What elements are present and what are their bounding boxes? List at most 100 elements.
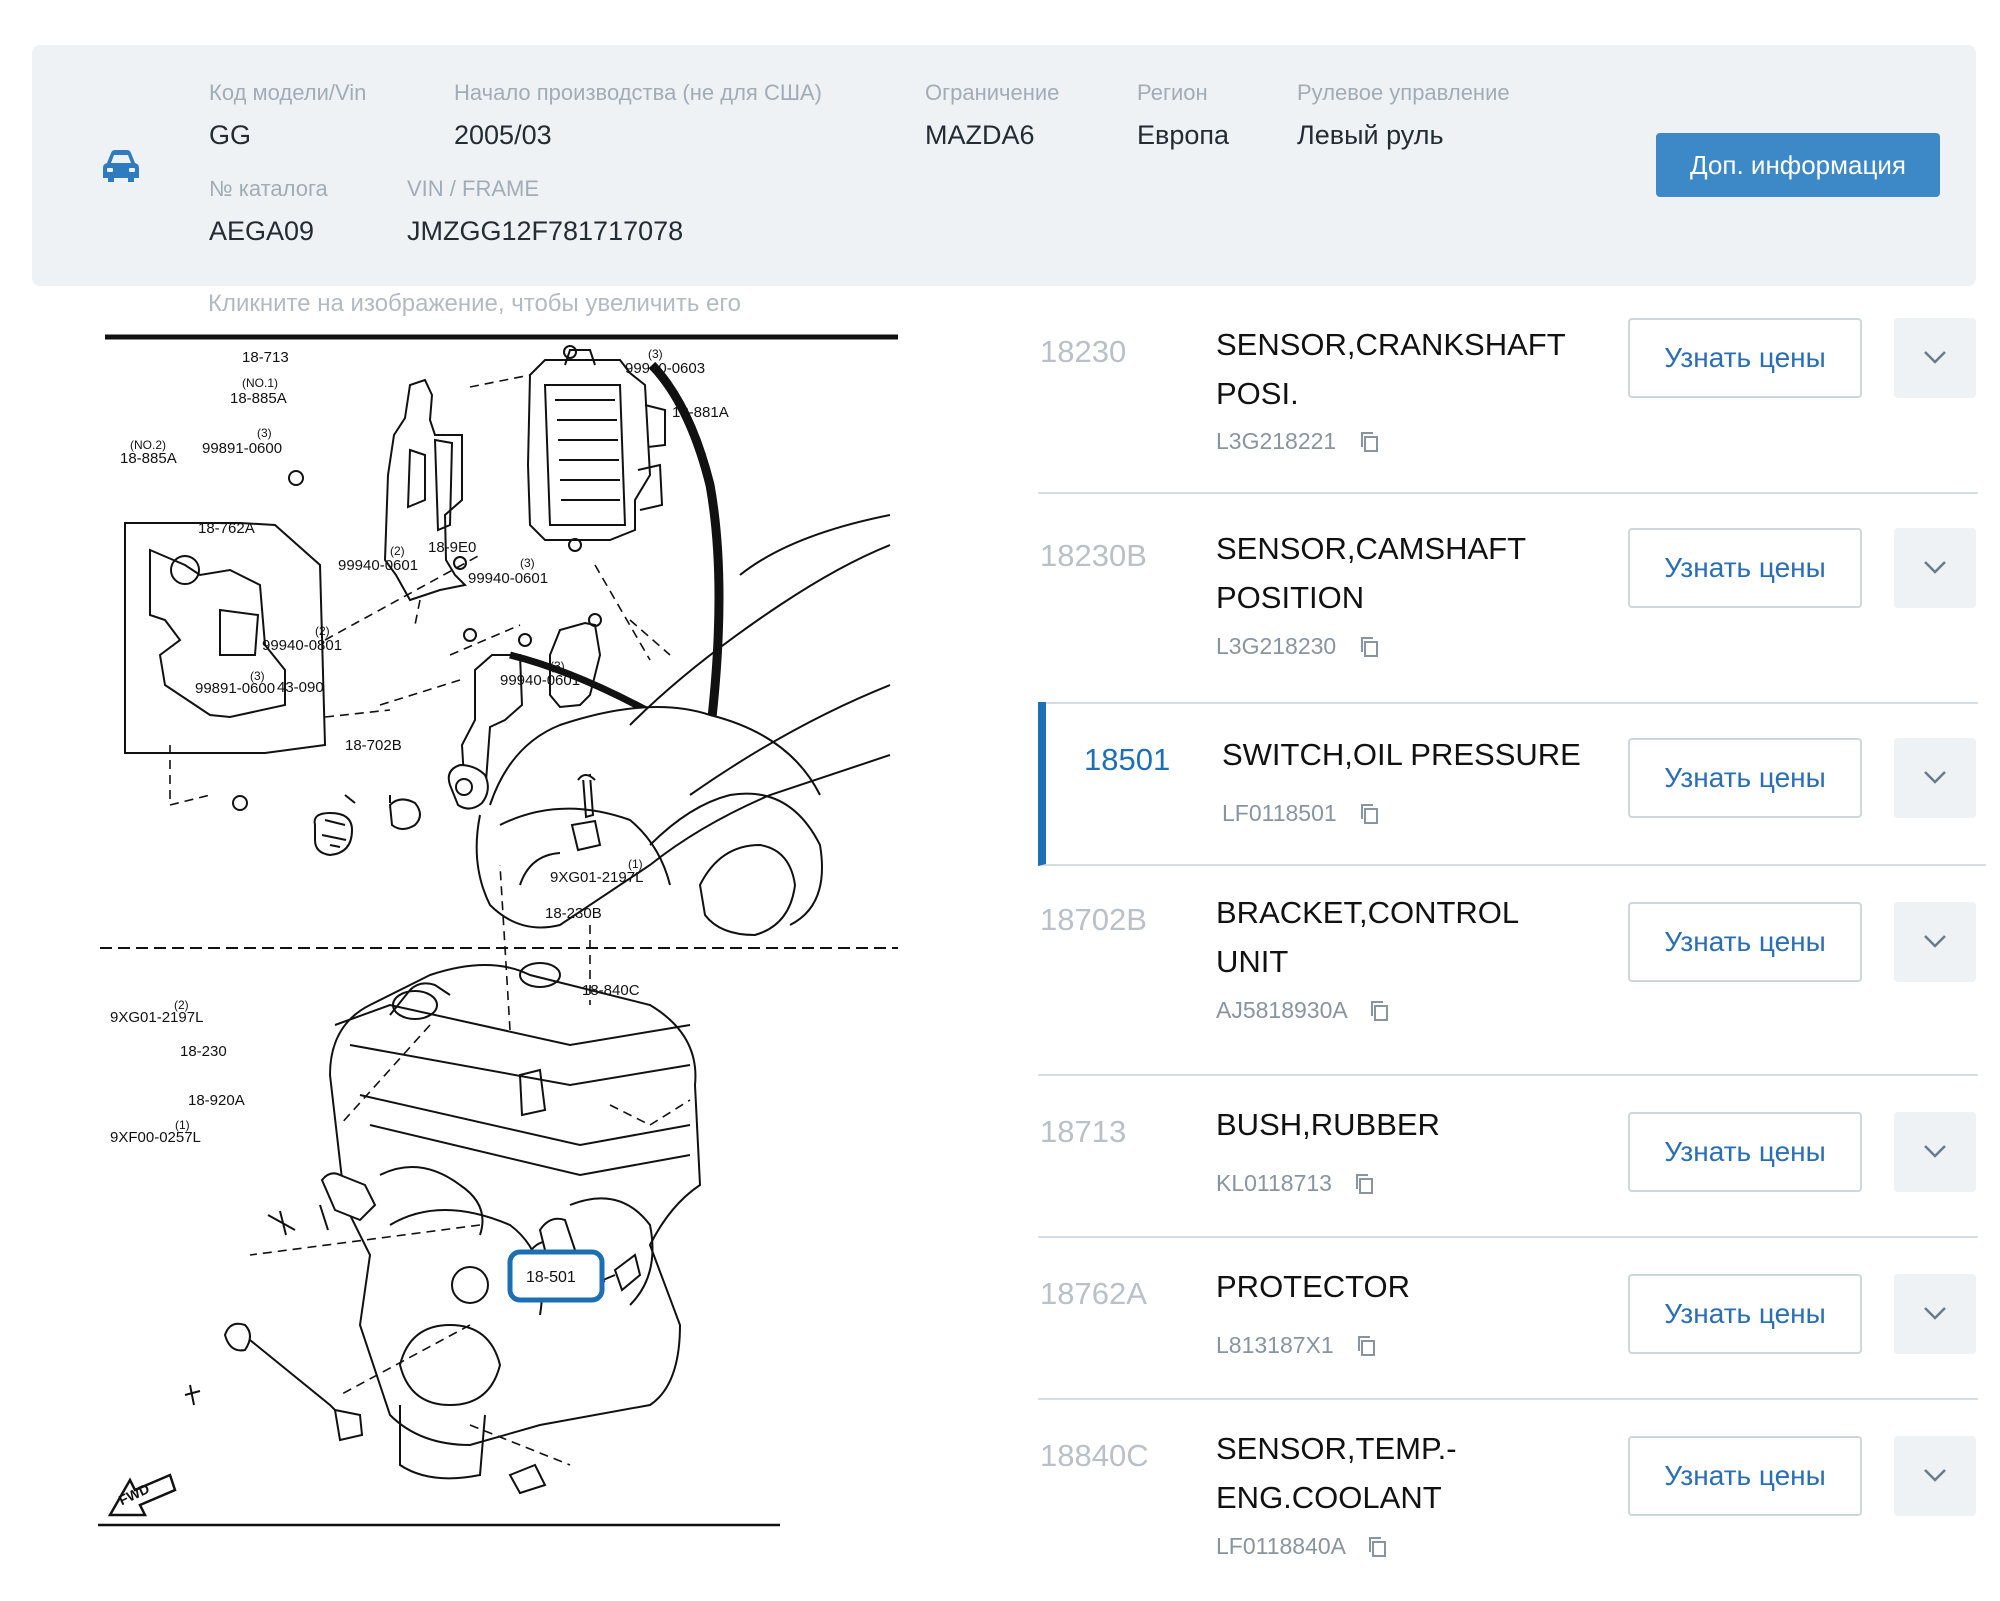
part-row[interactable]: 18230B SENSOR,CAMSHAFT POSITION L3G21823… — [1038, 492, 1978, 704]
diagram-label: (1) — [175, 1118, 190, 1132]
get-prices-button[interactable]: Узнать цены — [1628, 1274, 1862, 1354]
more-info-button[interactable]: Доп. информация — [1656, 133, 1940, 197]
diagram-label: 9XG01-2197L — [110, 1009, 203, 1026]
part-number-text: L813187X1 — [1216, 1332, 1334, 1358]
get-prices-button[interactable]: Узнать цены — [1628, 1112, 1862, 1192]
expand-button[interactable] — [1894, 528, 1976, 608]
chevron-down-icon — [1924, 350, 1946, 364]
chevron-down-icon — [1924, 1468, 1946, 1482]
diagram-highlight-callout[interactable]: 18-501 — [507, 1249, 605, 1303]
part-number-text: L3G218221 — [1216, 428, 1337, 454]
expand-button[interactable] — [1894, 1274, 1976, 1354]
part-number: L3G218221 — [1216, 428, 1379, 455]
part-row[interactable]: 18840C SENSOR,TEMP.-ENG.COOLANT LF011884… — [1038, 1398, 1978, 1598]
part-number-text: AJ5818930A — [1216, 997, 1347, 1023]
diagram-label: 18-762A — [198, 520, 255, 537]
part-number: AJ5818930A — [1216, 997, 1389, 1024]
part-code: 18230 — [1040, 334, 1127, 369]
field-steering: Рулевое управление Левый руль — [1297, 80, 1510, 151]
copy-icon[interactable] — [1359, 431, 1379, 453]
copy-icon[interactable] — [1356, 1335, 1376, 1357]
field-vin-frame: VIN / FRAME JMZGG12F781717078 — [407, 176, 683, 247]
part-row[interactable]: 18230 SENSOR,CRANKSHAFT POSI. L3G218221 … — [1038, 300, 1978, 494]
copy-icon[interactable] — [1369, 1000, 1389, 1022]
expand-button[interactable] — [1894, 738, 1976, 818]
expand-button[interactable] — [1894, 318, 1976, 398]
parts-diagram[interactable]: 18-713 99940-0603 (3) (NO.1) 18-885A 18-… — [90, 325, 910, 1555]
field-production-start: Начало производства (не для США) 2005/03 — [454, 80, 822, 151]
part-code: 18762A — [1040, 1276, 1147, 1311]
field-label: Ограничение — [925, 80, 1060, 105]
part-number: KL0118713 — [1216, 1170, 1374, 1197]
part-code: 18840C — [1040, 1438, 1149, 1473]
expand-button[interactable] — [1894, 902, 1976, 982]
field-value: GG — [209, 120, 252, 150]
chevron-down-icon — [1924, 934, 1946, 948]
part-row[interactable]: 18762A PROTECTOR L813187X1 Узнать цены — [1038, 1236, 1978, 1400]
diagram-label: 18-702B — [345, 737, 402, 754]
diagram-label: (3) — [250, 669, 265, 683]
part-row[interactable]: 18713 BUSH,RUBBER KL0118713 Узнать цены — [1038, 1074, 1978, 1238]
diagram-label: 9XG01-2197L — [550, 869, 643, 886]
diagram-label: (2) — [315, 624, 330, 638]
field-value: Европа — [1137, 120, 1230, 150]
part-name: SENSOR,TEMP.-ENG.COOLANT — [1216, 1431, 1457, 1515]
expand-button[interactable] — [1894, 1112, 1976, 1192]
field-value: AEGA09 — [209, 216, 315, 246]
part-code: 18501 — [1084, 742, 1171, 777]
diagram-label: (3) — [257, 426, 272, 440]
get-prices-button[interactable]: Узнать цены — [1628, 1436, 1862, 1516]
get-prices-button[interactable]: Узнать цены — [1628, 528, 1862, 608]
parts-diagram-svg[interactable]: 18-713 99940-0603 (3) (NO.1) 18-885A 18-… — [90, 325, 910, 1555]
diagram-label: (3) — [648, 347, 663, 361]
diagram-label: 99940-0601 — [500, 672, 580, 689]
part-number: L3G218230 — [1216, 633, 1379, 660]
field-label: Регион — [1137, 80, 1208, 105]
diagram-label: 99891-0600 — [202, 440, 282, 457]
diagram-label: (3) — [520, 556, 535, 570]
diagram-label: 18-920A — [188, 1092, 245, 1109]
part-code: 18702B — [1040, 902, 1147, 937]
diagram-label: 99940-0801 — [262, 637, 342, 654]
field-label: № каталога — [209, 176, 328, 201]
part-row-active[interactable]: 18501 SWITCH,OIL PRESSURE LF0118501 Узна… — [1038, 702, 1986, 866]
chevron-down-icon — [1924, 770, 1946, 784]
field-label: Рулевое управление — [1297, 80, 1510, 105]
part-name: SENSOR,CAMSHAFT POSITION — [1216, 531, 1526, 615]
diagram-label: 99940-0603 — [625, 360, 705, 377]
get-prices-button[interactable]: Узнать цены — [1628, 318, 1862, 398]
diagram-label: 18-881A — [672, 404, 729, 421]
diagram-label: 43-090 — [277, 679, 324, 696]
field-restriction: Ограничение MAZDA6 — [925, 80, 1059, 151]
diagram-highlight-label: 18-501 — [526, 1269, 576, 1286]
diagram-label: 18-230 — [180, 1043, 227, 1060]
diagram-label: (1) — [628, 857, 643, 871]
field-value: Левый руль — [1297, 120, 1444, 150]
chevron-down-icon — [1924, 560, 1946, 574]
copy-icon[interactable] — [1359, 803, 1379, 825]
field-value: 2005/03 — [454, 120, 552, 150]
diagram-label: (2) — [174, 998, 189, 1012]
field-region: Регион Европа — [1137, 80, 1229, 151]
car-icon — [103, 150, 139, 182]
part-name: SWITCH,OIL PRESSURE — [1222, 737, 1581, 772]
field-label: Начало производства (не для США) — [454, 80, 822, 105]
get-prices-button[interactable]: Узнать цены — [1628, 902, 1862, 982]
part-name: BUSH,RUBBER — [1216, 1107, 1440, 1142]
get-prices-button[interactable]: Узнать цены — [1628, 738, 1862, 818]
part-row[interactable]: 18702B BRACKET,CONTROL UNIT AJ5818930A У… — [1038, 864, 1978, 1076]
copy-icon[interactable] — [1359, 636, 1379, 658]
field-value: MAZDA6 — [925, 120, 1035, 150]
part-number-text: L3G218230 — [1216, 633, 1337, 659]
field-catalog-number: № каталога AEGA09 — [209, 176, 328, 247]
field-value: JMZGG12F781717078 — [407, 216, 684, 246]
copy-icon[interactable] — [1354, 1173, 1374, 1195]
expand-button[interactable] — [1894, 1436, 1976, 1516]
diagram-label: 18-885A — [230, 390, 287, 407]
field-label: VIN / FRAME — [407, 176, 540, 201]
part-name: PROTECTOR — [1216, 1269, 1411, 1304]
part-number: LF0118501 — [1222, 800, 1379, 827]
diagram-label: 99940-0601 — [338, 557, 418, 574]
copy-icon[interactable] — [1367, 1536, 1387, 1558]
image-zoom-hint: Кликните на изображение, чтобы увеличить… — [208, 290, 741, 317]
